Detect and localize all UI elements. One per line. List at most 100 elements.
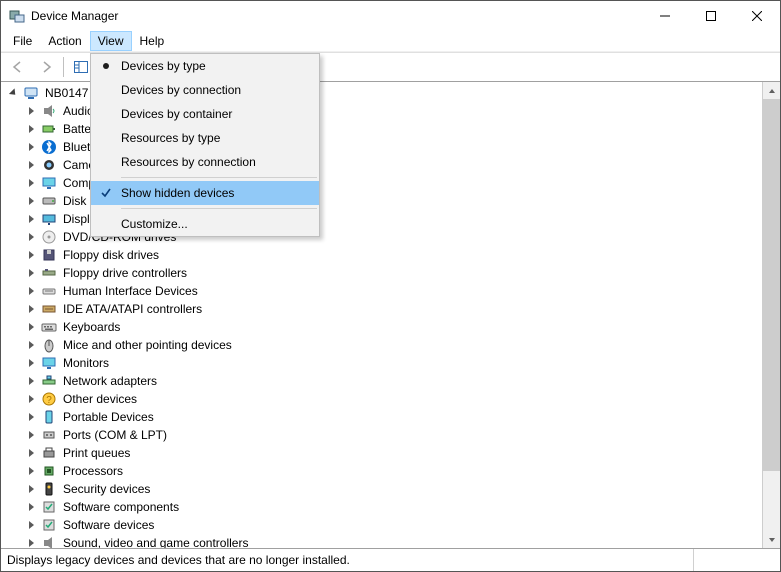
tree-item-label: Mice and other pointing devices — [61, 338, 234, 352]
menu-label: Devices by type — [121, 59, 206, 73]
menu-show-hidden-devices[interactable]: Show hidden devices — [91, 181, 319, 205]
tree-item[interactable]: Network adapters — [1, 372, 762, 390]
expand-icon[interactable] — [23, 139, 39, 155]
tree-item[interactable]: Human Interface Devices — [1, 282, 762, 300]
tree-item[interactable]: IDE ATA/ATAPI controllers — [1, 300, 762, 318]
menu-devices-by-connection[interactable]: Devices by connection — [91, 78, 319, 102]
check-icon — [91, 187, 121, 199]
camera-icon — [41, 157, 57, 173]
tree-item[interactable]: Sound, video and game controllers — [1, 534, 762, 548]
menu-resources-by-type[interactable]: Resources by type — [91, 126, 319, 150]
tree-item[interactable]: Ports (COM & LPT) — [1, 426, 762, 444]
expand-icon[interactable] — [5, 85, 21, 101]
tree-item[interactable]: Mice and other pointing devices — [1, 336, 762, 354]
tree-item[interactable]: Print queues — [1, 444, 762, 462]
expand-icon[interactable] — [23, 229, 39, 245]
expand-icon[interactable] — [23, 265, 39, 281]
tree-item-label: Floppy disk drives — [61, 248, 161, 262]
menu-separator — [121, 208, 317, 209]
port-icon — [41, 427, 57, 443]
tree-item[interactable]: Floppy drive controllers — [1, 264, 762, 282]
scroll-track[interactable] — [763, 99, 780, 531]
expand-icon[interactable] — [23, 373, 39, 389]
scroll-thumb[interactable] — [763, 99, 780, 471]
expand-icon[interactable] — [23, 463, 39, 479]
expand-icon[interactable] — [23, 283, 39, 299]
minimize-button[interactable] — [642, 1, 688, 31]
menu-action[interactable]: Action — [40, 31, 89, 51]
maximize-button[interactable] — [688, 1, 734, 31]
menu-customize[interactable]: Customize... — [91, 212, 319, 236]
disk-icon — [41, 193, 57, 209]
tree-item[interactable]: Software devices — [1, 516, 762, 534]
tree-item-label: Monitors — [61, 356, 111, 370]
tree-item-label: Security devices — [61, 482, 152, 496]
expand-icon[interactable] — [23, 211, 39, 227]
tree-item[interactable]: Monitors — [1, 354, 762, 372]
expand-icon[interactable] — [23, 157, 39, 173]
expand-icon[interactable] — [23, 517, 39, 533]
status-grip — [693, 549, 774, 571]
menu-devices-by-type[interactable]: Devices by type — [91, 54, 319, 78]
printer-icon — [41, 445, 57, 461]
ide-icon — [41, 301, 57, 317]
expand-icon[interactable] — [23, 175, 39, 191]
expand-icon[interactable] — [23, 481, 39, 497]
tree-item[interactable]: Security devices — [1, 480, 762, 498]
security-icon — [41, 481, 57, 497]
tree-item[interactable]: Keyboards — [1, 318, 762, 336]
menu-devices-by-container[interactable]: Devices by container — [91, 102, 319, 126]
menu-label: Devices by connection — [121, 83, 241, 97]
keyboard-icon — [41, 319, 57, 335]
menu-resources-by-connection[interactable]: Resources by connection — [91, 150, 319, 174]
expand-icon[interactable] — [23, 355, 39, 371]
tree-item[interactable]: Software components — [1, 498, 762, 516]
monitor-icon — [41, 355, 57, 371]
expand-icon[interactable] — [23, 193, 39, 209]
tree-item-label: IDE ATA/ATAPI controllers — [61, 302, 204, 316]
expand-icon[interactable] — [23, 445, 39, 461]
tree-item[interactable]: Processors — [1, 462, 762, 480]
menu-file[interactable]: File — [5, 31, 40, 51]
tree-item[interactable]: ?Other devices — [1, 390, 762, 408]
menu-label: Resources by connection — [121, 155, 256, 169]
battery-icon — [41, 121, 57, 137]
expand-icon[interactable] — [23, 337, 39, 353]
network-icon — [41, 373, 57, 389]
scroll-down-button[interactable] — [763, 531, 780, 548]
floppy-icon — [41, 247, 57, 263]
tree-item-label: Processors — [61, 464, 125, 478]
radio-bullet-icon — [91, 63, 121, 69]
tree-item-label: Software devices — [61, 518, 156, 532]
titlebar[interactable]: Device Manager — [1, 1, 780, 31]
menu-help[interactable]: Help — [132, 31, 173, 51]
expand-icon[interactable] — [23, 247, 39, 263]
expand-icon[interactable] — [23, 535, 39, 548]
software-icon — [41, 499, 57, 515]
expand-icon[interactable] — [23, 319, 39, 335]
expand-icon[interactable] — [23, 121, 39, 137]
tree-item[interactable]: Portable Devices — [1, 408, 762, 426]
device-manager-window: Device Manager File Action View Help ? N… — [0, 0, 781, 572]
cd-icon — [41, 229, 57, 245]
expand-icon[interactable] — [23, 103, 39, 119]
scroll-up-button[interactable] — [763, 82, 780, 99]
menu-view[interactable]: View — [90, 31, 132, 51]
tree-root-label: NB0147 — [43, 86, 90, 100]
expand-icon[interactable] — [23, 499, 39, 515]
tree-item[interactable]: Floppy disk drives — [1, 246, 762, 264]
speaker-icon — [41, 103, 57, 119]
vertical-scrollbar[interactable] — [762, 82, 780, 548]
close-button[interactable] — [734, 1, 780, 31]
svg-text:?: ? — [46, 395, 52, 406]
back-button[interactable] — [5, 55, 31, 79]
forward-button[interactable] — [33, 55, 59, 79]
view-menu-dropdown: Devices by type Devices by connection De… — [90, 53, 320, 237]
expand-icon[interactable] — [23, 301, 39, 317]
menu-label: Show hidden devices — [121, 186, 234, 200]
expand-icon[interactable] — [23, 427, 39, 443]
expand-icon[interactable] — [23, 391, 39, 407]
expand-icon[interactable] — [23, 409, 39, 425]
tree-item-label: Portable Devices — [61, 410, 156, 424]
tree-item-label: Human Interface Devices — [61, 284, 200, 298]
